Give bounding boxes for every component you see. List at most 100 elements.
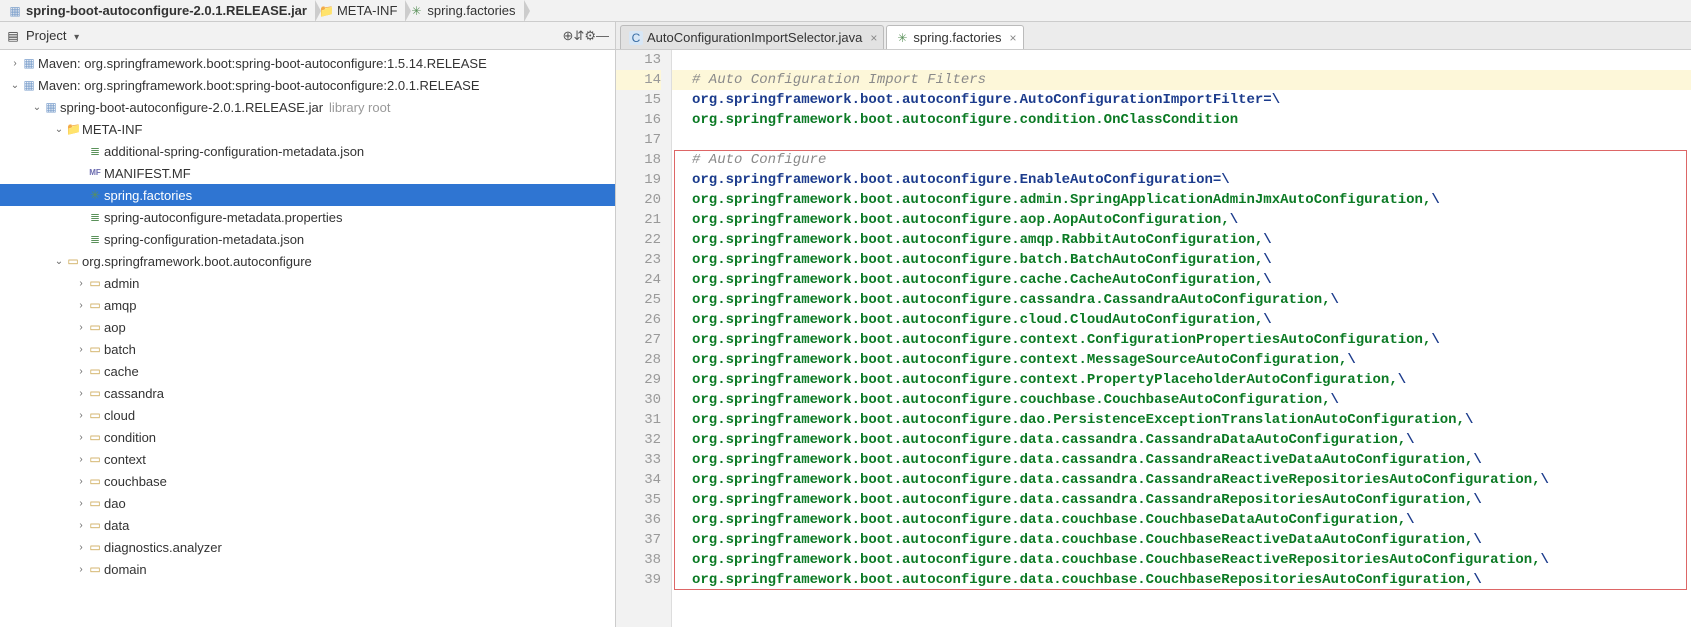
tree-row[interactable]: ›▦Maven: org.springframework.boot:spring…: [0, 52, 615, 74]
chevron-down-icon[interactable]: ⌄: [30, 102, 44, 113]
code-line[interactable]: org.springframework.boot.autoconfigure.b…: [672, 250, 1691, 270]
code-line[interactable]: org.springframework.boot.autoconfigure.c…: [672, 270, 1691, 290]
code-line[interactable]: org.springframework.boot.autoconfigure.c…: [672, 290, 1691, 310]
code-line[interactable]: org.springframework.boot.autoconfigure.a…: [672, 190, 1691, 210]
tree-row[interactable]: ·≣spring-configuration-metadata.json: [0, 228, 615, 250]
chevron-down-icon[interactable]: ⌄: [8, 80, 22, 91]
code-token: \: [1431, 192, 1439, 208]
code-line[interactable]: org.springframework.boot.autoconfigure.a…: [672, 210, 1691, 230]
code-line[interactable]: org.springframework.boot.autoconfigure.d…: [672, 570, 1691, 590]
line-number: 20: [616, 190, 661, 210]
pkg-icon: ▭: [88, 342, 102, 356]
tree-label: context: [104, 452, 146, 467]
tree-row[interactable]: ›▭aop: [0, 316, 615, 338]
tree-row[interactable]: ›▭couchbase: [0, 470, 615, 492]
breadcrumb-item[interactable]: ▦spring-boot-autoconfigure-2.0.1.RELEASE…: [4, 0, 315, 21]
chevron-right-icon[interactable]: ›: [74, 278, 88, 289]
code-line[interactable]: [672, 130, 1691, 150]
code-line[interactable]: org.springframework.boot.autoconfigure.A…: [672, 90, 1691, 110]
code-line[interactable]: org.springframework.boot.autoconfigure.E…: [672, 170, 1691, 190]
close-icon[interactable]: ×: [870, 31, 877, 45]
code-editor[interactable]: # Auto Configuration Import Filtersorg.s…: [672, 50, 1691, 627]
code-line[interactable]: org.springframework.boot.autoconfigure.d…: [672, 410, 1691, 430]
code-line[interactable]: org.springframework.boot.autoconfigure.d…: [672, 490, 1691, 510]
tree-row[interactable]: ⌄▭org.springframework.boot.autoconfigure: [0, 250, 615, 272]
tree-label: data: [104, 518, 129, 533]
breadcrumb-item[interactable]: 📁META-INF: [315, 0, 405, 21]
chevron-right-icon[interactable]: ›: [74, 564, 88, 575]
tree-row[interactable]: ›▭domain: [0, 558, 615, 580]
code-line[interactable]: org.springframework.boot.autoconfigure.a…: [672, 230, 1691, 250]
hide-icon[interactable]: —: [596, 28, 609, 43]
project-title[interactable]: Project ▾: [26, 28, 79, 43]
line-number: 21: [616, 210, 661, 230]
code-line[interactable]: org.springframework.boot.autoconfigure.d…: [672, 530, 1691, 550]
code-token: \: [1263, 232, 1271, 248]
line-number: 22: [616, 230, 661, 250]
tree-row[interactable]: ›▭condition: [0, 426, 615, 448]
code-line[interactable]: org.springframework.boot.autoconfigure.c…: [672, 350, 1691, 370]
tree-row[interactable]: ·≣additional-spring-configuration-metada…: [0, 140, 615, 162]
editor-tab[interactable]: CAutoConfigurationImportSelector.java×: [620, 25, 884, 49]
tree-row[interactable]: ·≣spring-autoconfigure-metadata.properti…: [0, 206, 615, 228]
target-icon[interactable]: ⊕: [563, 28, 574, 43]
code-line[interactable]: org.springframework.boot.autoconfigure.d…: [672, 470, 1691, 490]
code-line[interactable]: org.springframework.boot.autoconfigure.d…: [672, 450, 1691, 470]
tree-row[interactable]: ⌄▦spring-boot-autoconfigure-2.0.1.RELEAS…: [0, 96, 615, 118]
code-line[interactable]: # Auto Configuration Import Filters: [672, 70, 1691, 90]
project-tree[interactable]: ›▦Maven: org.springframework.boot:spring…: [0, 50, 615, 627]
chevron-right-icon[interactable]: ›: [74, 366, 88, 377]
close-icon[interactable]: ×: [1010, 31, 1017, 45]
code-line[interactable]: [672, 50, 1691, 70]
line-number: 27: [616, 330, 661, 350]
breadcrumb-item[interactable]: ✳spring.factories: [405, 0, 523, 21]
code-token: \: [1263, 252, 1271, 268]
chevron-down-icon[interactable]: ⌄: [52, 124, 66, 135]
tree-row[interactable]: ›▭cassandra: [0, 382, 615, 404]
tree-row[interactable]: ⌄📁META-INF: [0, 118, 615, 140]
tree-row[interactable]: ›▭context: [0, 448, 615, 470]
tree-row[interactable]: ›▭amqp: [0, 294, 615, 316]
chevron-right-icon[interactable]: ›: [74, 476, 88, 487]
code-token: org.springframework.boot.autoconfigure.a…: [692, 212, 1230, 228]
chevron-right-icon[interactable]: ›: [74, 520, 88, 531]
chevron-right-icon[interactable]: ›: [74, 542, 88, 553]
tree-row[interactable]: ›▭cloud: [0, 404, 615, 426]
chevron-right-icon[interactable]: ›: [74, 432, 88, 443]
tree-row[interactable]: ›▭cache: [0, 360, 615, 382]
tree-row[interactable]: ⌄▦Maven: org.springframework.boot:spring…: [0, 74, 615, 96]
tree-row[interactable]: ›▭admin: [0, 272, 615, 294]
gear-icon[interactable]: ⚙: [584, 28, 596, 43]
editor-tab[interactable]: ✳spring.factories×: [886, 25, 1023, 49]
collapse-icon[interactable]: ⇵: [573, 28, 584, 43]
tree-row[interactable]: ›▭data: [0, 514, 615, 536]
gutter: 1314151617181920212223242526272829303132…: [616, 50, 672, 627]
code-line[interactable]: org.springframework.boot.autoconfigure.c…: [672, 370, 1691, 390]
chevron-down-icon[interactable]: ⌄: [52, 256, 66, 267]
code-line[interactable]: org.springframework.boot.autoconfigure.c…: [672, 110, 1691, 130]
chevron-right-icon[interactable]: ›: [74, 498, 88, 509]
tree-label: spring.factories: [104, 188, 192, 203]
chevron-right-icon[interactable]: ›: [8, 58, 22, 69]
code-token: \: [1473, 532, 1481, 548]
code-line[interactable]: org.springframework.boot.autoconfigure.d…: [672, 510, 1691, 530]
tree-label: couchbase: [104, 474, 167, 489]
tree-row[interactable]: ›▭batch: [0, 338, 615, 360]
tree-row[interactable]: ›▭dao: [0, 492, 615, 514]
code-line[interactable]: org.springframework.boot.autoconfigure.c…: [672, 390, 1691, 410]
chevron-right-icon[interactable]: ›: [74, 454, 88, 465]
code-line[interactable]: org.springframework.boot.autoconfigure.d…: [672, 550, 1691, 570]
chevron-right-icon[interactable]: ›: [74, 300, 88, 311]
chevron-right-icon[interactable]: ›: [74, 388, 88, 399]
tree-row[interactable]: ·MFMANIFEST.MF: [0, 162, 615, 184]
line-number: 17: [616, 130, 661, 150]
code-line[interactable]: org.springframework.boot.autoconfigure.c…: [672, 330, 1691, 350]
chevron-right-icon[interactable]: ›: [74, 410, 88, 421]
chevron-right-icon[interactable]: ›: [74, 344, 88, 355]
code-line[interactable]: # Auto Configure: [672, 150, 1691, 170]
tree-row[interactable]: ·✳spring.factories: [0, 184, 615, 206]
chevron-right-icon[interactable]: ›: [74, 322, 88, 333]
code-line[interactable]: org.springframework.boot.autoconfigure.d…: [672, 430, 1691, 450]
code-line[interactable]: org.springframework.boot.autoconfigure.c…: [672, 310, 1691, 330]
tree-row[interactable]: ›▭diagnostics.analyzer: [0, 536, 615, 558]
